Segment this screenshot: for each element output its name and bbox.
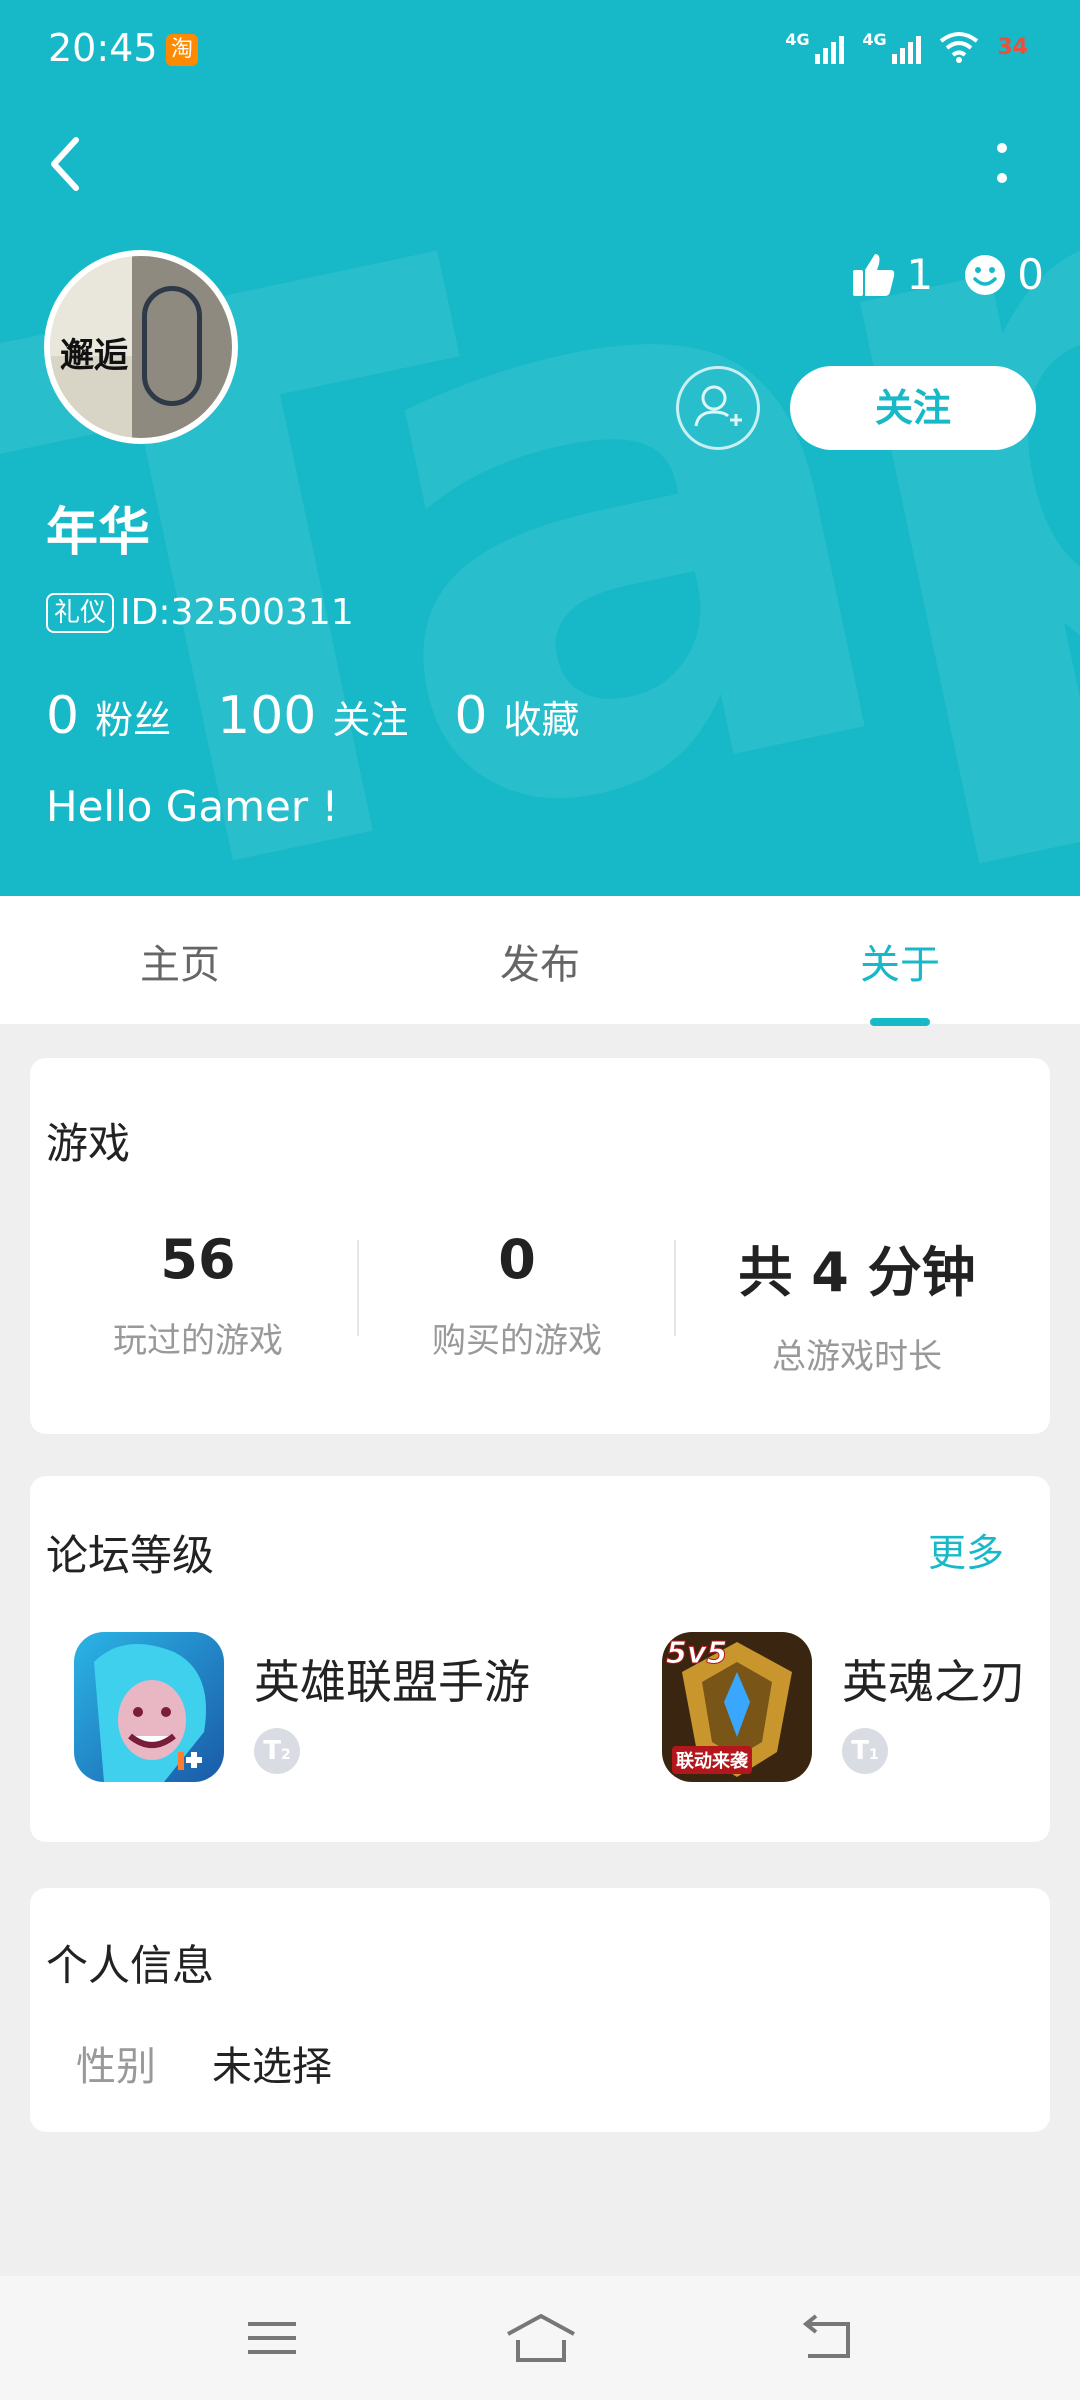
status-time: 20:45 xyxy=(48,26,158,70)
playtime-label: 总游戏时长 xyxy=(772,1337,942,1377)
signal-icon: 4G xyxy=(862,30,922,64)
forum-game-name: 英魂之刃 xyxy=(842,1655,1026,1709)
smile-count: 0 xyxy=(1017,250,1044,299)
fans-label: 粉丝 xyxy=(95,698,172,742)
user-badge: 礼仪 xyxy=(46,592,115,633)
home-icon[interactable] xyxy=(504,2310,578,2366)
active-tab-indicator xyxy=(870,1018,930,1026)
system-nav-bar xyxy=(0,2276,1080,2400)
add-user-icon xyxy=(694,385,742,427)
user-name: 年华 xyxy=(46,503,151,563)
gender-row: 性别 未选择 xyxy=(76,2034,332,2092)
purchased-games-stat[interactable]: 0 购买的游戏 xyxy=(357,1228,677,1362)
profile-header: Tap 20:45 淘 4G 4G 34 邂逅 1 0 关注 年华 礼仪 ID:… xyxy=(0,0,1080,896)
tab-about[interactable]: 关于 xyxy=(800,932,1000,990)
forum-more-link[interactable]: 更多 xyxy=(928,1522,1004,1577)
game-icon-5v5-text: 5v5 xyxy=(665,1636,728,1672)
forum-rank-badge: T2 xyxy=(254,1728,300,1774)
tab-posts[interactable]: 发布 xyxy=(440,932,640,990)
fans-count: 0 xyxy=(46,686,80,746)
menu-icon[interactable] xyxy=(240,2310,304,2366)
more-icon[interactable] xyxy=(984,140,1020,196)
add-friend-button[interactable] xyxy=(676,366,760,450)
game-icon-banner: 联动来袭 xyxy=(672,1746,752,1774)
profile-tabs: 主页 发布 关于 xyxy=(0,896,1080,1024)
forum-item[interactable]: 5v5 联动来袭 英魂之刃 T1 xyxy=(662,1632,1050,1784)
favorites-count: 0 xyxy=(454,686,488,746)
purchased-games-label: 购买的游戏 xyxy=(432,1321,602,1361)
like-stat[interactable]: 1 xyxy=(851,250,934,299)
gender-value: 未选择 xyxy=(212,2044,332,2090)
stat-divider xyxy=(674,1240,676,1336)
smile-stat[interactable]: 0 xyxy=(963,250,1044,299)
forum-item[interactable]: 英雄联盟手游 T2 xyxy=(74,1632,634,1784)
playtime-value: 共 4 分钟 xyxy=(738,1241,976,1304)
games-card-title: 游戏 xyxy=(46,1119,131,1168)
follow-counts: 0 粉丝 100 关注 0 收藏 xyxy=(46,686,580,746)
user-bio: Hello Gamer ! xyxy=(46,782,339,831)
forum-game-name: 英雄联盟手游 xyxy=(254,1655,530,1709)
following-count: 100 xyxy=(217,686,317,746)
like-count: 1 xyxy=(906,250,934,299)
battery-indicator: 34 xyxy=(997,34,1028,60)
favorites-label: 收藏 xyxy=(503,698,580,742)
played-games-label: 玩过的游戏 xyxy=(113,1321,283,1361)
signal-icon: 4G xyxy=(785,30,845,64)
following-stat[interactable]: 100 关注 xyxy=(217,686,408,746)
back-icon[interactable] xyxy=(44,132,88,196)
purchased-games-count: 0 xyxy=(498,1228,536,1291)
back-nav-icon[interactable] xyxy=(796,2310,860,2366)
personal-info-card xyxy=(30,1888,1050,2132)
lol-mobile-game-icon xyxy=(74,1632,224,1782)
reaction-stats: 1 0 xyxy=(851,250,1044,299)
yinghun-game-icon: 5v5 联动来袭 xyxy=(662,1632,812,1782)
played-games-count: 56 xyxy=(160,1228,236,1291)
playtime-stat: 共 4 分钟 总游戏时长 xyxy=(697,1228,1017,1378)
following-label: 关注 xyxy=(332,698,409,742)
status-bar: 20:45 淘 4G 4G 34 xyxy=(0,0,1080,100)
wifi-icon xyxy=(940,32,979,63)
user-id-line: 礼仪 ID:32500311 xyxy=(46,592,354,633)
played-games-stat[interactable]: 56 玩过的游戏 xyxy=(38,1228,358,1362)
gender-label: 性别 xyxy=(76,2044,156,2090)
tab-home[interactable]: 主页 xyxy=(80,932,280,990)
taobao-icon: 淘 xyxy=(166,34,198,66)
avatar-text: 邂逅 xyxy=(60,336,128,376)
forum-card-title: 论坛等级 xyxy=(46,1531,215,1580)
thumbs-up-icon xyxy=(852,253,894,296)
fans-stat[interactable]: 0 粉丝 xyxy=(46,686,171,746)
user-id: ID:32500311 xyxy=(120,592,354,633)
follow-button[interactable]: 关注 xyxy=(790,366,1036,450)
forum-rank-badge: T1 xyxy=(842,1728,888,1774)
personal-info-title: 个人信息 xyxy=(46,1941,215,1990)
smile-icon xyxy=(965,254,1006,295)
avatar[interactable]: 邂逅 xyxy=(44,250,238,444)
favorites-stat[interactable]: 0 收藏 xyxy=(454,686,579,746)
